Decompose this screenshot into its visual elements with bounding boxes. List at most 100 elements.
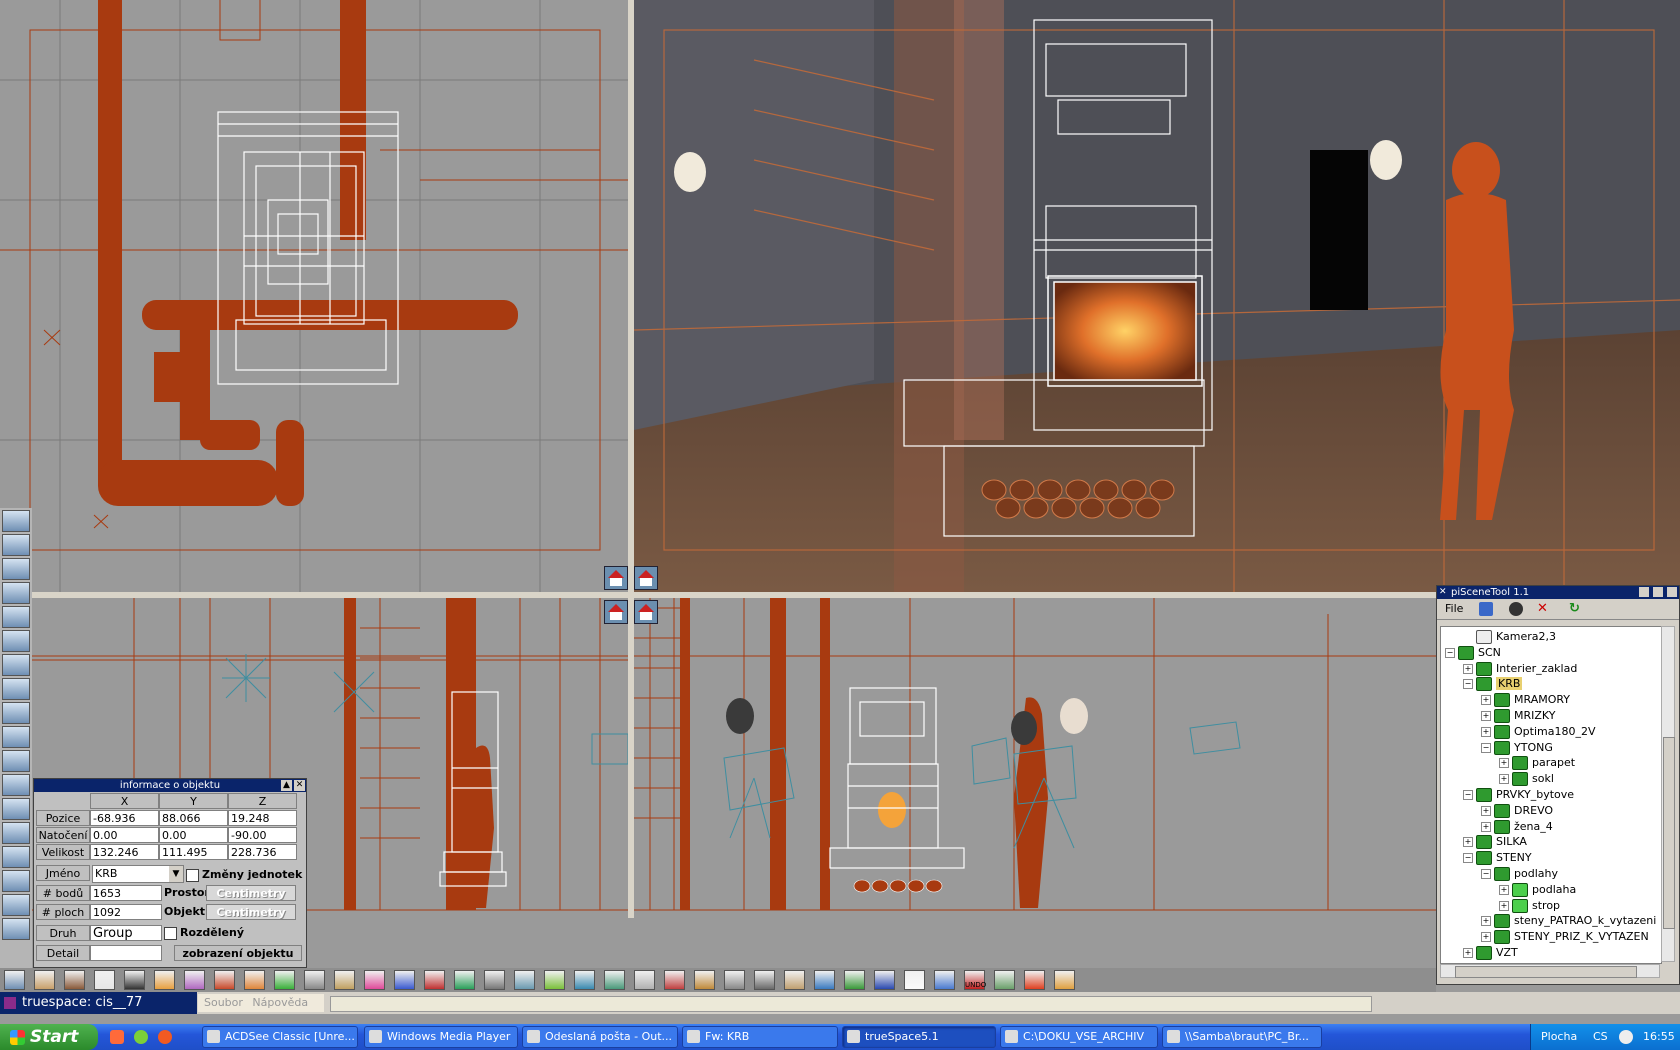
toolbar-tool-icon[interactable] bbox=[784, 970, 805, 990]
tree-item[interactable]: + žena_4 bbox=[1481, 819, 1553, 835]
tree-item[interactable]: − PRVKY_bytove bbox=[1463, 787, 1574, 803]
tool-objects-icon[interactable] bbox=[2, 702, 30, 724]
tree-item[interactable]: − YTONG bbox=[1481, 740, 1553, 756]
tool-camera-icon[interactable] bbox=[2, 678, 30, 700]
scene-tree[interactable]: Kamera2,3 − SCN + Interier_zaklad − KRB + MRAMOR… bbox=[1440, 626, 1662, 964]
expand-icon[interactable]: + bbox=[1481, 805, 1491, 816]
toolbar-tool-icon[interactable] bbox=[994, 970, 1015, 990]
tree-item[interactable]: + STENY_PRIZ_K_VYTAZEN bbox=[1481, 929, 1649, 945]
close-icon[interactable] bbox=[1667, 587, 1677, 597]
expand-icon[interactable]: + bbox=[1463, 663, 1473, 674]
toolbar-tool-icon[interactable] bbox=[874, 970, 895, 990]
scrollbar-thumb[interactable] bbox=[1455, 966, 1637, 978]
file-menu[interactable]: File bbox=[1445, 602, 1463, 615]
tool-path-icon[interactable] bbox=[2, 774, 30, 796]
expand-icon[interactable]: + bbox=[1463, 948, 1473, 958]
toolbar-tool-icon[interactable] bbox=[154, 970, 175, 990]
tool-render-icon[interactable] bbox=[2, 846, 30, 868]
scene-tool-titlebar[interactable]: ✕ piSceneTool 1.1 bbox=[1437, 586, 1679, 599]
collapse-icon[interactable]: − bbox=[1445, 647, 1455, 658]
tree-item[interactable]: − KRB bbox=[1463, 676, 1523, 692]
tool-camera-icon[interactable] bbox=[2, 558, 30, 580]
quicklaunch-firefox-icon[interactable] bbox=[158, 1030, 172, 1044]
toolbar-tool-icon[interactable] bbox=[544, 970, 565, 990]
expand-icon[interactable]: + bbox=[1481, 695, 1491, 706]
tree-item[interactable]: + MRIZKY bbox=[1481, 708, 1555, 724]
object-units-button[interactable]: Centimetry bbox=[206, 904, 296, 920]
viewport-home-button[interactable] bbox=[634, 600, 658, 624]
space-units-button[interactable]: Centimetry bbox=[206, 885, 296, 901]
tree-item[interactable]: − podlahy bbox=[1481, 866, 1558, 882]
expand-icon[interactable]: + bbox=[1481, 726, 1491, 737]
tool-camera-icon[interactable] bbox=[2, 606, 30, 628]
tool-objects-icon[interactable] bbox=[2, 534, 30, 556]
taskbar-button[interactable]: Fw: KRB bbox=[682, 1026, 838, 1048]
expand-icon[interactable]: + bbox=[1481, 821, 1491, 832]
toolbar-tool-icon[interactable] bbox=[364, 970, 385, 990]
tree-item[interactable]: + Optima180_2V bbox=[1481, 724, 1596, 740]
viewport-view-button[interactable] bbox=[604, 566, 628, 590]
toolbar-tool-icon[interactable] bbox=[274, 970, 295, 990]
toolbar-tool-icon[interactable] bbox=[214, 970, 235, 990]
chevron-down-icon[interactable]: ▼ bbox=[169, 866, 183, 882]
top-viewport[interactable] bbox=[0, 0, 628, 592]
menu-help[interactable]: Nápověda bbox=[252, 996, 308, 1009]
toolbar-tool-icon[interactable] bbox=[304, 970, 325, 990]
toolbar-tool-icon[interactable] bbox=[574, 970, 595, 990]
toolbar-tool-icon[interactable] bbox=[754, 970, 775, 990]
expand-icon[interactable]: + bbox=[1499, 884, 1509, 895]
select-icon[interactable] bbox=[1479, 602, 1493, 616]
expand-icon[interactable]: + bbox=[1481, 711, 1491, 721]
toolbar-tool-icon[interactable] bbox=[724, 970, 745, 990]
toolbar-tool-icon[interactable] bbox=[34, 970, 55, 990]
toolbar-tool-icon[interactable] bbox=[904, 970, 925, 990]
tool-camera-icon[interactable] bbox=[2, 582, 30, 604]
tray-desktop-label[interactable]: Plocha bbox=[1541, 1024, 1577, 1050]
toolbar-tool-icon[interactable] bbox=[124, 970, 145, 990]
toolbar-tool-icon[interactable] bbox=[4, 970, 25, 990]
tree-item[interactable]: + SILKA bbox=[1463, 834, 1527, 850]
tree-item[interactable]: Kamera2,3 bbox=[1463, 629, 1556, 645]
toolbar-tool-icon[interactable] bbox=[514, 970, 535, 990]
collapse-icon[interactable]: − bbox=[1463, 679, 1473, 690]
tool-camera-icon[interactable] bbox=[2, 510, 30, 532]
taskbar-button[interactable]: C:\DOKU_VSE_ARCHIV bbox=[1000, 1026, 1158, 1048]
toolbar-tool-icon[interactable] bbox=[334, 970, 355, 990]
toolbar-tool-icon[interactable] bbox=[484, 970, 505, 990]
display-object-button[interactable]: zobrazení objektu bbox=[174, 945, 302, 961]
toolbar-tool-icon[interactable] bbox=[1054, 970, 1075, 990]
tool-paint-icon[interactable] bbox=[2, 798, 30, 820]
quicklaunch-app-icon[interactable] bbox=[134, 1030, 148, 1044]
tray-language[interactable]: CS bbox=[1593, 1024, 1608, 1050]
tool-objects-icon[interactable] bbox=[2, 726, 30, 748]
tree-item[interactable]: + sokl bbox=[1499, 771, 1554, 787]
collapse-icon[interactable]: − bbox=[1463, 853, 1473, 864]
toolbar-tool-icon[interactable] bbox=[664, 970, 685, 990]
toolbar-tool-icon[interactable] bbox=[934, 970, 955, 990]
taskbar-button[interactable]: \\Samba\braut\PC_Br... bbox=[1162, 1026, 1322, 1048]
tool-panel-icon[interactable] bbox=[2, 750, 30, 772]
expand-icon[interactable]: + bbox=[1463, 837, 1473, 848]
expand-icon[interactable]: + bbox=[1499, 900, 1509, 911]
position-z-field[interactable]: 19.248 bbox=[228, 810, 297, 826]
tool-camera-icon[interactable] bbox=[2, 654, 30, 676]
toolbar-tool-icon[interactable] bbox=[94, 970, 115, 990]
toolbar-tool-icon[interactable] bbox=[634, 970, 655, 990]
minimize-icon[interactable] bbox=[1639, 587, 1649, 597]
tool-folder-icon[interactable] bbox=[2, 918, 30, 940]
expand-icon[interactable]: + bbox=[1499, 774, 1509, 785]
toolbar-tool-icon[interactable] bbox=[604, 970, 625, 990]
taskbar-button[interactable]: Windows Media Player bbox=[364, 1026, 518, 1048]
size-y-field[interactable]: 111.495 bbox=[159, 844, 228, 860]
viewport-layout-button[interactable] bbox=[604, 600, 628, 624]
maximize-icon[interactable] bbox=[1653, 587, 1663, 597]
toolbar-tool-icon[interactable] bbox=[244, 970, 265, 990]
tree-vertical-scrollbar[interactable] bbox=[1661, 626, 1675, 962]
tree-item[interactable]: + podlaha bbox=[1499, 882, 1576, 898]
tool-camera-icon[interactable] bbox=[2, 630, 30, 652]
tool-hammer-icon[interactable] bbox=[2, 894, 30, 916]
start-button[interactable]: Start bbox=[0, 1024, 98, 1050]
tree-item[interactable]: + VZT bbox=[1463, 945, 1518, 961]
tree-item[interactable]: + steny_PATRAO_k_vytazeni bbox=[1481, 913, 1656, 929]
tray-volume-icon[interactable] bbox=[1619, 1030, 1633, 1044]
